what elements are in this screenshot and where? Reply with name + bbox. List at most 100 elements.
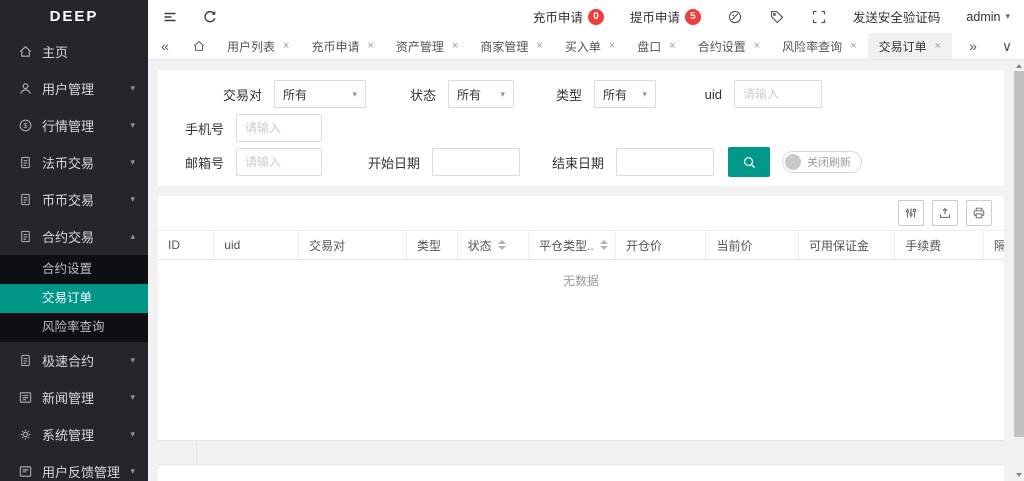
gear-icon xyxy=(18,427,33,442)
tabs-scroll-right-button[interactable]: » xyxy=(956,33,990,59)
sidebar-item-risk-rate-query[interactable]: 风险率查询 xyxy=(0,313,148,342)
sidebar-item-home[interactable]: 主页 xyxy=(0,33,148,70)
page-content: 交易对 所有 ▾ 状态 所有 ▾ 类型 所有 ▾ uid xyxy=(148,60,1024,481)
trading-pair-value: 所有 xyxy=(283,86,307,103)
print-icon xyxy=(972,206,986,220)
tab-home[interactable] xyxy=(182,33,216,59)
sidebar-item-trade-orders[interactable]: 交易订单 xyxy=(0,284,148,313)
close-icon[interactable]: × xyxy=(754,40,760,52)
status-select[interactable]: 所有 ▾ xyxy=(448,80,514,108)
tab-deposit-request[interactable]: 充币申请 × xyxy=(300,33,384,59)
close-icon[interactable]: × xyxy=(283,40,289,52)
sidebar-collapse-icon[interactable] xyxy=(162,9,178,25)
tab-merchant-mgmt[interactable]: 商家管理 × xyxy=(469,33,553,59)
status-label: 状态 xyxy=(366,85,448,104)
withdraw-request-link[interactable]: 提币申请 5 xyxy=(630,7,701,26)
filter-row-2: 手机号 xyxy=(174,114,988,142)
home-icon xyxy=(18,44,33,59)
sidebar-item-contract-trade[interactable]: 合约交易 ▴ xyxy=(0,218,148,255)
vertical-scrollbar xyxy=(1014,60,1024,481)
chevron-down-icon: ▾ xyxy=(130,355,135,366)
admin-menu[interactable]: admin ▾ xyxy=(966,10,1010,24)
sidebar-item-contract-settings[interactable]: 合约设置 xyxy=(0,255,148,284)
sidebar-item-label: 合约交易 xyxy=(42,227,130,246)
search-button[interactable] xyxy=(728,147,770,177)
tabs-scroll-left-button[interactable]: « xyxy=(148,33,182,59)
chevron-down-icon: ▾ xyxy=(130,429,135,440)
scrollbar-up-arrow[interactable] xyxy=(1016,64,1022,68)
column-header-status[interactable]: 状态 xyxy=(458,231,530,259)
sidebar-item-market-mgmt[interactable]: $ 行情管理 ▾ xyxy=(0,107,148,144)
column-header-close-type[interactable]: 平仓类型.. xyxy=(529,231,616,259)
column-header-available-margin: 可用保证金 xyxy=(799,231,895,259)
trading-pair-select[interactable]: 所有 ▾ xyxy=(274,80,366,108)
sidebar-item-news-mgmt[interactable]: 新闻管理 ▾ xyxy=(0,379,148,416)
scrollbar-thumb[interactable] xyxy=(1014,71,1024,437)
filter-columns-button[interactable] xyxy=(898,200,924,226)
tab-label: 资产管理 xyxy=(396,38,444,55)
sidebar-submenu-contract: 合约设置 交易订单 风险率查询 xyxy=(0,255,148,342)
sidebar-item-label: 用户管理 xyxy=(42,79,130,98)
tab-contract-settings[interactable]: 合约设置 × xyxy=(687,33,771,59)
tag-icon[interactable] xyxy=(769,9,785,25)
trading-pair-label: 交易对 xyxy=(174,85,274,104)
print-button[interactable] xyxy=(966,200,992,226)
tab-trade-orders[interactable]: 交易订单 × xyxy=(868,33,952,59)
sidebar-item-fast-contract[interactable]: 极速合约 ▾ xyxy=(0,342,148,379)
refresh-icon[interactable] xyxy=(202,9,218,25)
email-input[interactable] xyxy=(236,148,322,176)
send-security-code-button[interactable]: 发送安全验证码 xyxy=(853,7,941,26)
phone-input[interactable] xyxy=(236,114,322,142)
sidebar-item-coin-trade[interactable]: 币币交易 ▾ xyxy=(0,181,148,218)
export-icon xyxy=(938,206,952,220)
start-date-input[interactable] xyxy=(432,148,520,176)
tab-order-book[interactable]: 盘口 × xyxy=(626,33,686,59)
sidebar-item-user-mgmt[interactable]: 用户管理 ▾ xyxy=(0,70,148,107)
tab-user-list[interactable]: 用户列表 × xyxy=(216,33,300,59)
scrollbar-down-arrow[interactable] xyxy=(1016,473,1022,477)
sidebar: DEEP 主页 用户管理 ▾ $ 行情管理 ▾ 法币交易 xyxy=(0,0,148,481)
theme-icon[interactable] xyxy=(727,9,743,25)
sidebar-item-label: 系统管理 xyxy=(42,425,130,444)
tab-asset-mgmt[interactable]: 资产管理 × xyxy=(385,33,469,59)
close-icon[interactable]: × xyxy=(452,40,458,52)
chevron-down-icon: ▾ xyxy=(130,83,135,94)
close-icon[interactable]: × xyxy=(850,40,856,52)
fullscreen-icon[interactable] xyxy=(811,9,827,25)
tab-label: 合约设置 xyxy=(698,38,746,55)
sidebar-item-fiat-trade[interactable]: 法币交易 ▾ xyxy=(0,144,148,181)
sidebar-item-label: 主页 xyxy=(42,42,135,61)
type-value: 所有 xyxy=(603,86,627,103)
chevron-down-icon: ▾ xyxy=(130,157,135,168)
sidebar-item-label: 币币交易 xyxy=(42,190,130,209)
type-select[interactable]: 所有 ▾ xyxy=(594,80,656,108)
sidebar-item-label: 行情管理 xyxy=(42,116,130,135)
export-button[interactable] xyxy=(932,200,958,226)
uid-input[interactable] xyxy=(734,80,822,108)
column-header-open-price: 开仓价 xyxy=(616,231,707,259)
withdraw-request-label: 提币申请 xyxy=(630,7,680,26)
tabs-menu-button[interactable]: ∨ xyxy=(990,33,1024,59)
start-date-label: 开始日期 xyxy=(322,153,432,172)
close-icon[interactable]: × xyxy=(935,40,941,52)
chevron-down-icon: ▾ xyxy=(642,89,647,100)
close-icon[interactable]: × xyxy=(669,40,675,52)
refresh-toggle-label: 关闭刷新 xyxy=(807,154,859,170)
table-total-row xyxy=(158,440,1004,465)
refresh-toggle[interactable]: 关闭刷新 xyxy=(782,151,862,173)
sidebar-item-system-mgmt[interactable]: 系统管理 ▾ xyxy=(0,416,148,453)
close-icon[interactable]: × xyxy=(609,40,615,52)
close-icon[interactable]: × xyxy=(367,40,373,52)
chevron-down-icon: ▾ xyxy=(1005,11,1010,22)
tab-risk-rate-query[interactable]: 风险率查询 × xyxy=(771,33,867,59)
sidebar-item-user-feedback-mgmt[interactable]: 用户反馈管理 ▾ xyxy=(0,453,148,481)
end-date-input[interactable] xyxy=(616,148,714,176)
sort-icon[interactable] xyxy=(600,240,608,250)
sort-icon[interactable] xyxy=(498,240,506,250)
filter-row-3: 邮箱号 开始日期 结束日期 关闭刷新 xyxy=(174,148,988,176)
close-icon[interactable]: × xyxy=(536,40,542,52)
deposit-request-link[interactable]: 充币申请 0 xyxy=(533,7,604,26)
tab-buy-order[interactable]: 买入单 × xyxy=(554,33,626,59)
news-icon xyxy=(18,390,33,405)
tab-label: 盘口 xyxy=(637,38,661,55)
